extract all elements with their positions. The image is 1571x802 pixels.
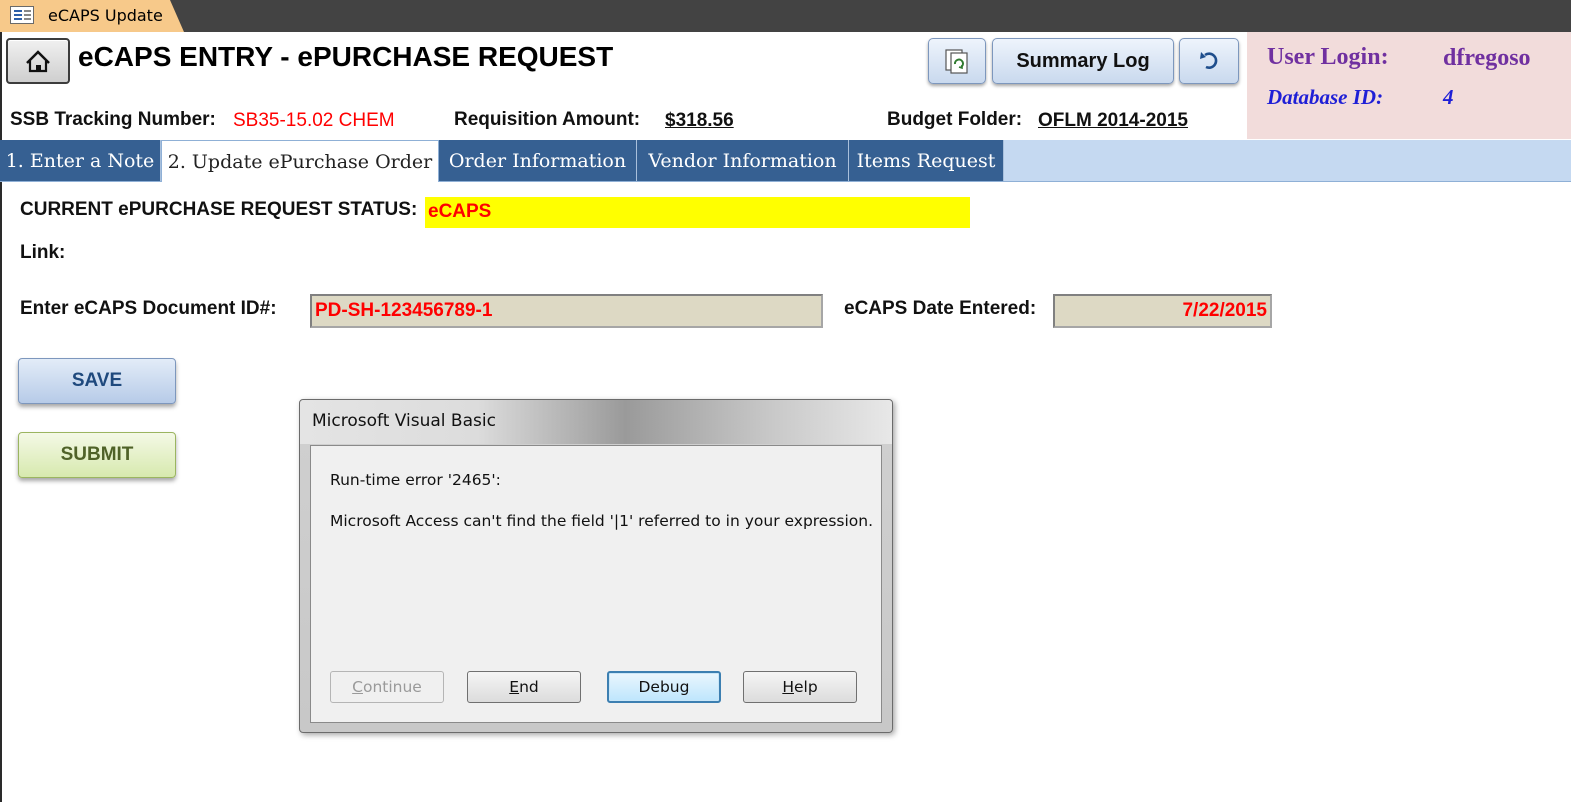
date-entered-label: eCAPS Date Entered:: [844, 298, 1037, 319]
undo-icon: [1200, 52, 1218, 69]
document-id-field[interactable]: PD-SH-123456789-1: [310, 294, 823, 328]
tab-update-epurchase-order[interactable]: 2. Update ePurchase Order: [161, 140, 439, 182]
dialog-title: Microsoft Visual Basic: [312, 411, 496, 431]
document-tab[interactable]: eCAPS Update: [0, 0, 184, 32]
dialog-body: Run-time error '2465': Microsoft Access …: [310, 445, 882, 723]
user-login-label: User Login:: [1267, 44, 1389, 70]
tracking-number-label: SSB Tracking Number:: [10, 109, 216, 130]
error-dialog: Microsoft Visual Basic Run-time error '2…: [299, 399, 893, 733]
home-icon: [26, 50, 50, 73]
requisition-amount-value: $318.56: [665, 110, 734, 131]
status-value: eCAPS: [425, 197, 970, 228]
undo-button[interactable]: [1179, 38, 1239, 84]
document-tab-label: eCAPS Update: [48, 6, 163, 25]
continue-button-label: ontinue: [362, 678, 422, 696]
continue-button: Continue: [330, 671, 444, 703]
form-icon: [10, 6, 34, 24]
app-titlebar: [0, 0, 1571, 32]
submit-button[interactable]: SUBMIT: [18, 432, 176, 478]
refresh-button[interactable]: [928, 38, 986, 84]
debug-button[interactable]: Debug: [607, 671, 721, 703]
end-button-mnemonic: E: [509, 678, 520, 696]
page-title: eCAPS ENTRY - ePURCHASE REQUEST: [78, 41, 614, 72]
summary-log-button[interactable]: Summary Log: [992, 38, 1174, 84]
user-panel: User Login: dfregoso Database ID: 4: [1247, 32, 1571, 139]
document-id-label: Enter eCAPS Document ID#:: [20, 298, 277, 319]
budget-folder-label: Budget Folder:: [887, 109, 1023, 130]
error-code: Run-time error '2465':: [330, 471, 501, 489]
refresh-icon: [945, 49, 968, 74]
tab-vendor-information[interactable]: Vendor Information: [637, 140, 849, 181]
user-login-value: dfregoso: [1443, 45, 1531, 71]
end-button[interactable]: End: [467, 671, 581, 703]
error-message: Microsoft Access can't find the field '|…: [330, 512, 874, 530]
tab-order-information[interactable]: Order Information: [439, 140, 637, 181]
home-button[interactable]: [6, 38, 70, 84]
continue-button-mnemonic: C: [352, 678, 363, 696]
database-id-label: Database ID:: [1267, 85, 1384, 109]
dialog-titlebar[interactable]: Microsoft Visual Basic: [300, 400, 892, 444]
end-button-label: nd: [519, 678, 539, 696]
link-label: Link:: [20, 242, 66, 263]
tracking-number-value: SB35-15.02 CHEM: [233, 110, 395, 131]
requisition-amount-label: Requisition Amount:: [454, 109, 641, 130]
budget-folder-value: OFLM 2014-2015: [1038, 110, 1188, 131]
tab-enter-note[interactable]: 1. Enter a Note: [0, 140, 161, 181]
date-entered-field[interactable]: 7/22/2015: [1053, 294, 1272, 328]
tab-items-request[interactable]: Items Request: [849, 140, 1004, 181]
help-button[interactable]: Help: [743, 671, 857, 703]
save-button[interactable]: SAVE: [18, 358, 176, 404]
status-label: CURRENT ePURCHASE REQUEST STATUS:: [20, 199, 418, 220]
database-id-value: 4: [1443, 85, 1454, 109]
help-button-label: elp: [793, 678, 818, 696]
help-button-mnemonic: H: [782, 678, 794, 696]
